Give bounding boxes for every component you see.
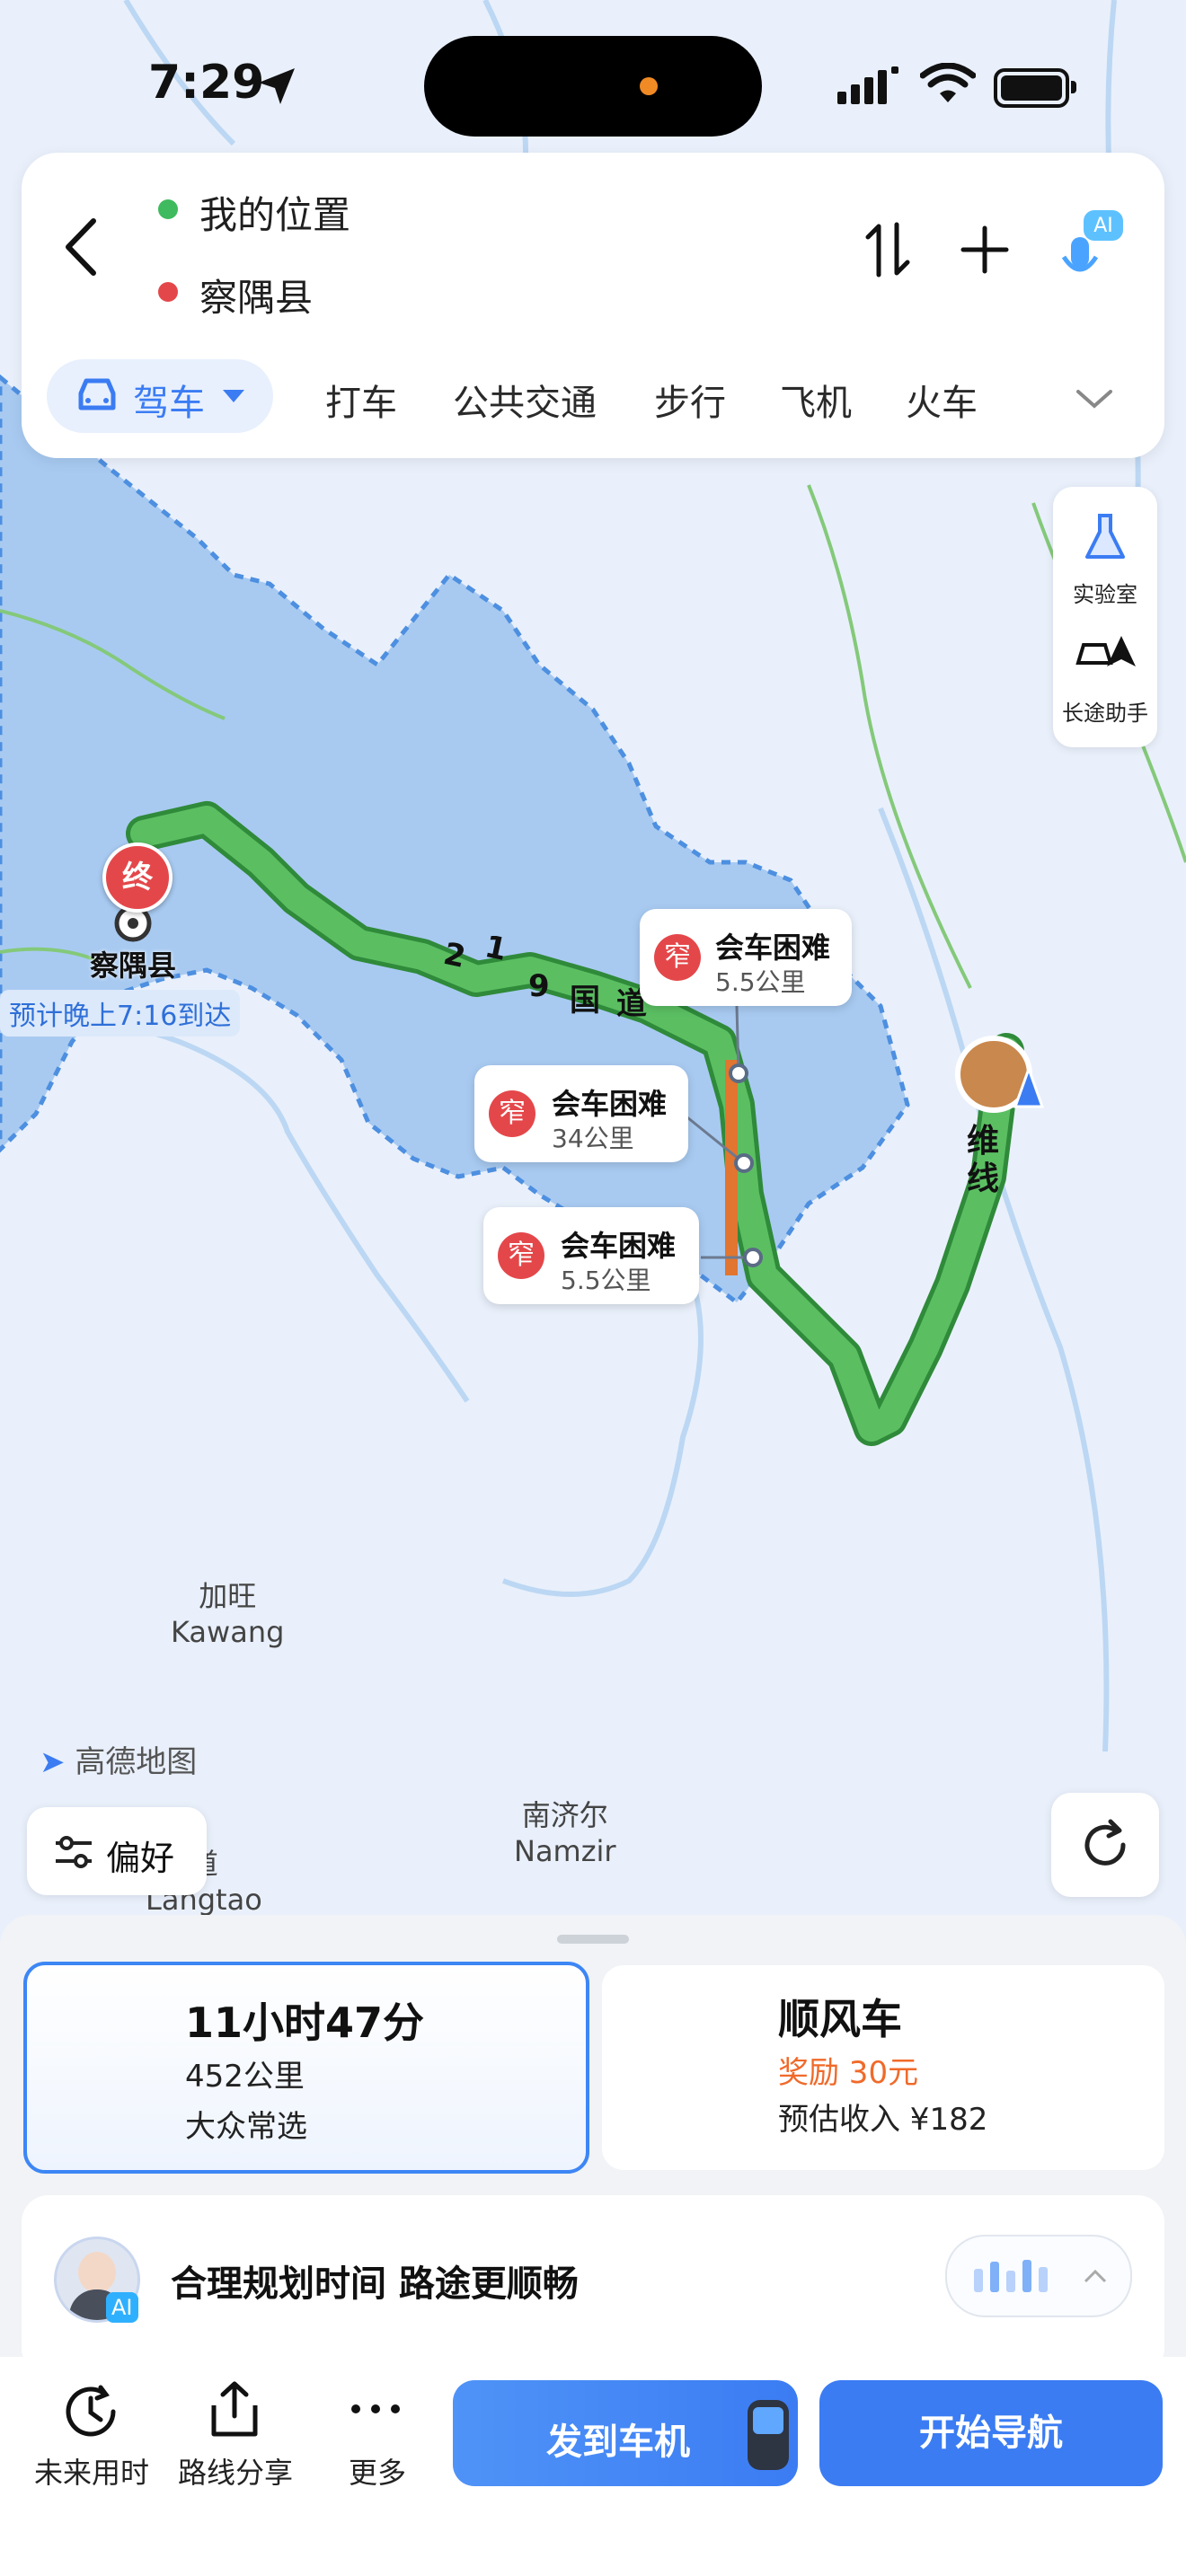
dynamic-island [424, 36, 762, 137]
route-share-button[interactable]: 路线分享 [164, 2450, 307, 2492]
narrow-road-icon: 窄 [489, 1090, 535, 1137]
warning-distance: 5.5公里 [715, 967, 806, 997]
warning-tag[interactable]: 窄 会车困难 34公里 [474, 1065, 688, 1162]
car-device-icon [748, 2400, 789, 2470]
mode-train[interactable]: 火车 [906, 374, 978, 426]
swap-icon[interactable] [864, 221, 911, 278]
mode-transit[interactable]: 公共交通 [453, 374, 597, 426]
battery-icon [994, 68, 1076, 108]
carpool-title: 顺风车 [778, 1995, 902, 2043]
add-stop-icon[interactable] [960, 225, 1010, 275]
warning-distance: 34公里 [552, 1124, 634, 1153]
destination-dot [158, 282, 178, 302]
eta-label: 预计晚上7:16到达 [0, 990, 241, 1037]
warning-title: 会车困难 [715, 931, 831, 965]
narrow-road-icon: 窄 [498, 1232, 544, 1279]
route-distance: 452公里 [185, 2059, 305, 2095]
send-to-car-label: 发到车机 [546, 2422, 690, 2463]
place-namzir: 南济尔 Namzir [514, 1798, 616, 1868]
carpool-reward: 奖励 30元 [778, 2055, 919, 2091]
warning-title: 会车困难 [561, 1229, 677, 1263]
recording-dot [640, 77, 658, 95]
ai-tip-text: 合理规划时间 路途更顺畅 [171, 2263, 579, 2305]
clock-icon[interactable] [59, 2380, 122, 2443]
long-trip-icon[interactable] [1075, 631, 1137, 675]
voice-wave-button[interactable] [945, 2235, 1132, 2317]
mode-taxi[interactable]: 打车 [325, 374, 397, 426]
send-to-car-button[interactable]: 发到车机 [453, 2380, 798, 2486]
place-kawang: 加旺 Kawang [171, 1579, 285, 1649]
route-duration: 11小时47分 [185, 1998, 425, 2047]
chevron-up-icon [1084, 2269, 1107, 2283]
preference-button[interactable]: 偏好 [27, 1807, 207, 1895]
mode-drive-label: 驾车 [133, 383, 205, 424]
warning-title: 会车困难 [552, 1087, 668, 1121]
narrow-road-icon: 窄 [654, 934, 701, 981]
map-logo: ➤ 高德地图 [40, 1744, 198, 1780]
flask-icon[interactable] [1082, 512, 1128, 562]
start-navigation-button[interactable]: 开始导航 [819, 2380, 1163, 2486]
side-tools-panel: 实验室 长途助手 [1053, 487, 1157, 747]
svg-text:AI: AI [1093, 215, 1113, 237]
caret-down-icon [223, 390, 244, 402]
lab-label[interactable]: 实验室 [1053, 577, 1157, 608]
location-arrow-icon [259, 68, 295, 104]
origin-field[interactable]: 我的位置 [199, 185, 350, 240]
future-time-button[interactable]: 未来用时 [20, 2450, 164, 2492]
long-trip-label[interactable]: 长途助手 [1053, 695, 1157, 727]
destination-label: 察隅县 [90, 948, 177, 983]
mode-walk[interactable]: 步行 [654, 374, 726, 426]
warning-tag[interactable]: 窄 会车困难 5.5公里 [483, 1207, 699, 1304]
warning-tag[interactable]: 窄 会车困难 5.5公里 [640, 909, 852, 1006]
car-icon [78, 378, 116, 410]
sheet-handle[interactable] [557, 1935, 629, 1944]
preference-label: 偏好 [106, 1839, 175, 1878]
weixian-label: 维线 [967, 1123, 1000, 1197]
ai-badge: AI [106, 2292, 138, 2323]
more-button[interactable]: 更多 [305, 2450, 449, 2492]
chevron-down-icon[interactable] [1075, 386, 1114, 411]
origin-dot [158, 199, 178, 219]
carpool-card[interactable]: 顺风车 奖励 30元 预估收入 ¥182 [602, 1965, 1164, 2170]
amap-logo-icon: ➤ [40, 1744, 66, 1780]
mode-flight[interactable]: 飞机 [780, 374, 852, 426]
ai-voice-icon[interactable]: AI [1057, 207, 1128, 284]
share-icon[interactable] [205, 2378, 264, 2441]
route-tag-label: 大众常选 [185, 2109, 307, 2145]
sliders-icon [56, 1836, 92, 1868]
more-icon[interactable] [349, 2400, 403, 2418]
carpool-income: 预估收入 ¥182 [778, 2102, 988, 2138]
status-time: 7:29 [148, 56, 265, 110]
back-icon[interactable] [59, 216, 104, 278]
ai-tip-card[interactable]: AI 合理规划时间 路途更顺畅 [22, 2195, 1164, 2375]
signal-icon [837, 66, 898, 104]
voice-wave-icon [974, 2260, 1048, 2292]
refresh-icon [1084, 1819, 1126, 1866]
refresh-button[interactable] [1051, 1793, 1159, 1897]
route-option-card[interactable]: 11小时47分 452公里 大众常选 [23, 1962, 589, 2174]
warning-distance: 5.5公里 [561, 1266, 651, 1295]
destination-marker[interactable]: 终 [102, 842, 173, 913]
destination-field[interactable]: 察隅县 [199, 268, 313, 322]
wifi-icon [920, 63, 976, 102]
